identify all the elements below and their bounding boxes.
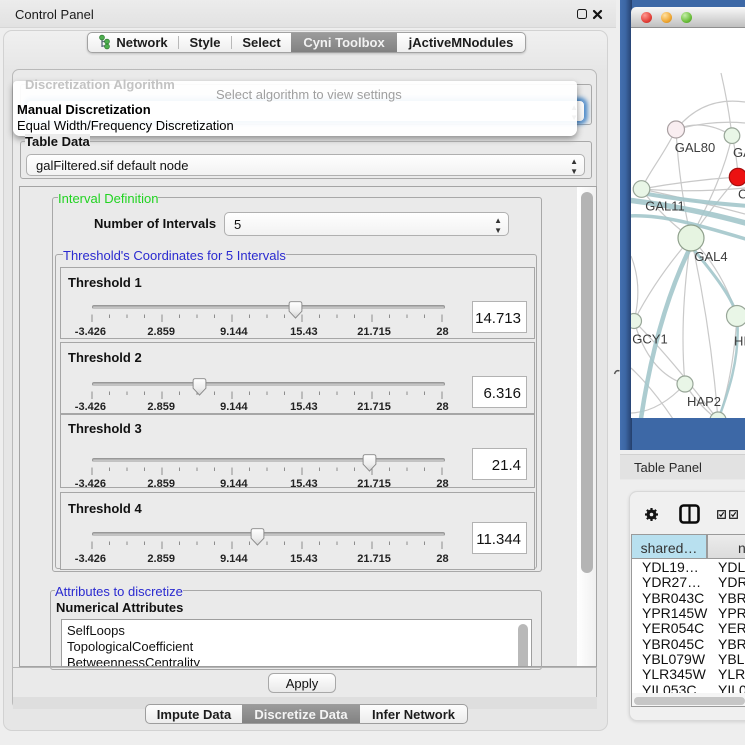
svg-text:C: C (738, 187, 745, 202)
svg-text:GAL11: GAL11 (645, 199, 685, 214)
svg-text:GA: GA (733, 145, 745, 160)
svg-text:GAL4: GAL4 (694, 249, 727, 264)
svg-text:GAL80: GAL80 (675, 140, 715, 155)
svg-text:GCY1: GCY1 (632, 332, 667, 347)
svg-text:HAP2: HAP2 (687, 394, 721, 409)
svg-text:HI: HI (734, 334, 745, 349)
